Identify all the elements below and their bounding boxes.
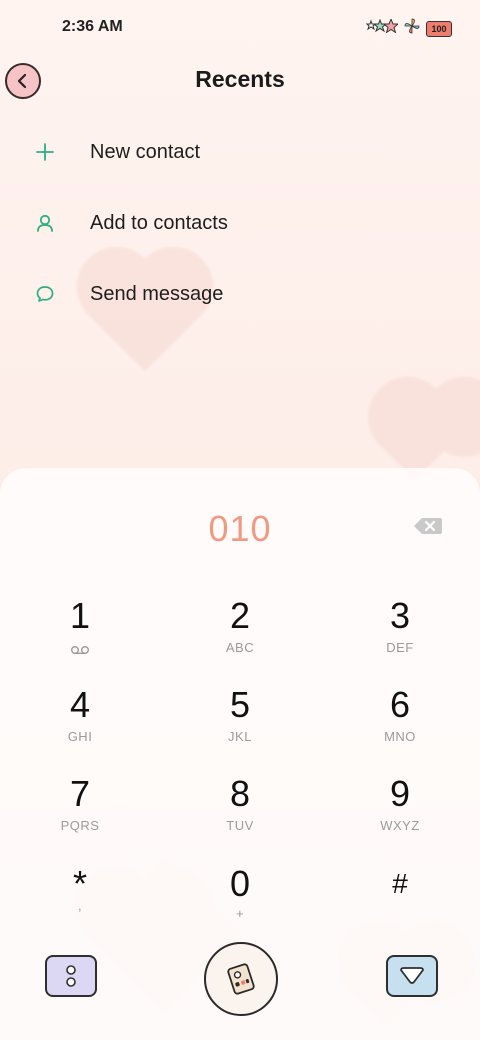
key-letters: WXYZ <box>380 818 420 833</box>
add-to-contacts-action[interactable]: Add to contacts <box>30 201 450 245</box>
backspace-button[interactable] <box>413 516 443 536</box>
key-digit: # <box>392 868 408 899</box>
call-button[interactable] <box>204 942 278 1016</box>
key-digit: 4 <box>69 684 91 725</box>
key-digit: 2 <box>229 595 251 636</box>
status-icons: 100 <box>365 17 452 39</box>
new-contact-action[interactable]: New contact <box>30 130 450 174</box>
dialpad-key-9[interactable]: 9 WXYZ <box>340 774 460 850</box>
key-digit: 8 <box>229 773 251 814</box>
dialpad-key-5[interactable]: 5 JKL <box>180 685 300 761</box>
dialpad-key-8[interactable]: 8 TUV <box>180 774 300 850</box>
key-letters: , <box>77 898 83 913</box>
status-time: 2:36 AM <box>62 18 123 35</box>
voicemail-icon <box>70 642 90 660</box>
key-letters: GHI <box>67 729 93 744</box>
pinwheel-icon <box>404 18 420 39</box>
chat-bubble-icon <box>30 279 60 309</box>
chevron-down-icon <box>400 967 424 984</box>
status-bar: 2:36 AM 100 <box>0 0 480 54</box>
person-icon <box>30 208 60 238</box>
dialpad-key-7[interactable]: 7 PQRS <box>20 774 140 850</box>
battery-icon: 100 <box>426 20 452 37</box>
dialpad-key-star[interactable]: * , <box>20 864 140 940</box>
phone-icon <box>227 963 255 995</box>
stars-icon <box>365 17 400 38</box>
dialpad-key-hash[interactable]: # <box>340 864 460 940</box>
dialpad-key-3[interactable]: 3 DEF <box>340 596 460 672</box>
key-letters: JKL <box>228 729 252 744</box>
key-letters: + <box>235 906 245 921</box>
key-letters: ABC <box>225 640 255 655</box>
action-label: Send message <box>90 282 224 305</box>
key-letters: DEF <box>386 640 414 655</box>
dialpad-key-0[interactable]: 0 + <box>180 864 300 940</box>
key-letters: MNO <box>384 729 416 744</box>
key-digit: 1 <box>69 595 91 636</box>
dialed-number: 010 <box>208 508 272 549</box>
key-digit: 5 <box>229 684 251 725</box>
dialpad-key-1[interactable]: 1 <box>20 596 140 672</box>
dialpad-key-6[interactable]: 6 MNO <box>340 685 460 761</box>
key-digit: 7 <box>69 773 91 814</box>
key-letters: TUV <box>226 818 254 833</box>
page-title: Recents <box>195 66 285 92</box>
hide-dialpad-button[interactable] <box>386 955 438 997</box>
backspace-icon <box>414 518 442 534</box>
key-digit: 6 <box>389 684 411 725</box>
plus-icon <box>30 137 60 167</box>
more-options-icon <box>66 965 76 987</box>
key-digit: 3 <box>389 595 411 636</box>
dialpad-key-2[interactable]: 2 ABC <box>180 596 300 672</box>
dialpad-key-4[interactable]: 4 GHI <box>20 685 140 761</box>
key-letters: PQRS <box>60 818 100 833</box>
key-digit: 9 <box>389 773 411 814</box>
action-label: Add to contacts <box>90 211 228 234</box>
send-message-action[interactable]: Send message <box>30 272 450 316</box>
action-label: New contact <box>90 140 201 163</box>
key-digit: 0 <box>229 863 251 904</box>
more-options-button[interactable] <box>45 955 97 997</box>
